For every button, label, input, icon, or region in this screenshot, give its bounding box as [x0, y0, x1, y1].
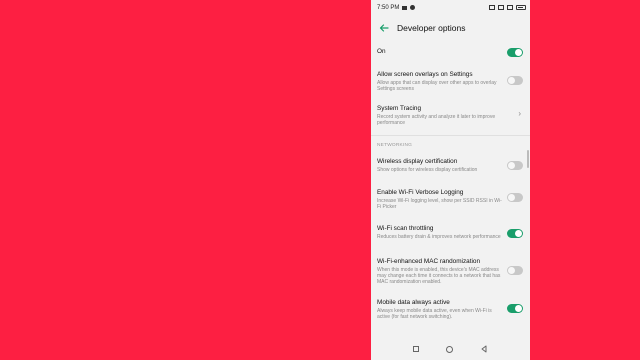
- circle-icon[interactable]: [445, 345, 453, 353]
- setting-label: Enable Wi-Fi Verbose Logging: [377, 189, 464, 196]
- setting-description: Allow apps that can display over other a…: [377, 80, 497, 92]
- setting-row-wifi-scan-throttling[interactable]: Wi-Fi scan throttling Reduces battery dr…: [371, 225, 530, 258]
- setting-description: When this mode is enabled, this device's…: [377, 267, 501, 285]
- wireless-display-toggle[interactable]: [507, 161, 523, 170]
- setting-description: Always keep mobile data active, even whe…: [377, 308, 492, 320]
- cast-icon: [489, 5, 495, 10]
- setting-row-screen-overlays[interactable]: Allow screen overlays on Settings Allow …: [371, 61, 530, 99]
- setting-label: System Tracing: [377, 105, 422, 112]
- setting-description: Increase Wi-Fi logging level, show per S…: [377, 198, 502, 210]
- setting-description: Show options for wireless display certif…: [377, 167, 478, 173]
- wifi-verbose-logging-toggle[interactable]: [507, 193, 523, 202]
- status-time: 7:50 PM: [377, 4, 400, 11]
- setting-description: Record system activity and analyze it la…: [377, 114, 496, 126]
- mac-randomization-toggle[interactable]: [507, 266, 523, 275]
- navigation-bar: [371, 338, 530, 360]
- chevron-right-icon: ›: [518, 109, 521, 118]
- setting-label: Mobile data always active: [377, 299, 450, 306]
- phone-screen: 7:50 PM Developer options On Allow scree…: [371, 0, 530, 360]
- notification-icon: [410, 5, 416, 10]
- wifi-scan-throttling-toggle[interactable]: [507, 229, 523, 238]
- master-toggle-row[interactable]: On: [371, 41, 530, 61]
- status-bar: 7:50 PM: [371, 0, 530, 15]
- setting-row-mac-randomization[interactable]: Wi-Fi-enhanced MAC randomization When th…: [371, 258, 530, 299]
- sim-icon: [498, 5, 504, 10]
- setting-label: Wi-Fi-enhanced MAC randomization: [377, 258, 480, 265]
- battery-icon: [516, 5, 526, 10]
- setting-label: Allow screen overlays on Settings: [377, 71, 473, 78]
- square-icon[interactable]: [412, 346, 419, 352]
- scrollbar[interactable]: [527, 150, 529, 168]
- master-toggle[interactable]: [507, 48, 523, 57]
- setting-row-wifi-verbose-logging[interactable]: Enable Wi-Fi Verbose Logging Increase Wi…: [371, 189, 530, 225]
- video-icon: [402, 5, 408, 10]
- mobile-data-always-active-toggle[interactable]: [507, 304, 523, 313]
- section-header-networking: NETWORKING: [377, 143, 413, 148]
- setting-row-system-tracing[interactable]: System Tracing Record system activity an…: [371, 99, 530, 134]
- setting-label: Wireless display certification: [377, 158, 458, 165]
- app-bar: Developer options: [371, 15, 530, 41]
- triangle-back-icon[interactable]: [480, 345, 488, 353]
- arrow-left-icon: [379, 24, 389, 32]
- page-title: Developer options: [397, 23, 466, 33]
- signal-icon: [507, 5, 513, 10]
- setting-row-mobile-data-always-active[interactable]: Mobile data always active Always keep mo…: [371, 299, 530, 329]
- back-button[interactable]: [377, 21, 391, 35]
- setting-row-wireless-display[interactable]: Wireless display certification Show opti…: [371, 158, 530, 189]
- setting-description: Reduces battery drain & improves network…: [377, 234, 501, 240]
- screen-overlays-toggle[interactable]: [507, 76, 523, 85]
- setting-label: Wi-Fi scan throttling: [377, 225, 434, 232]
- master-toggle-label: On: [377, 48, 386, 55]
